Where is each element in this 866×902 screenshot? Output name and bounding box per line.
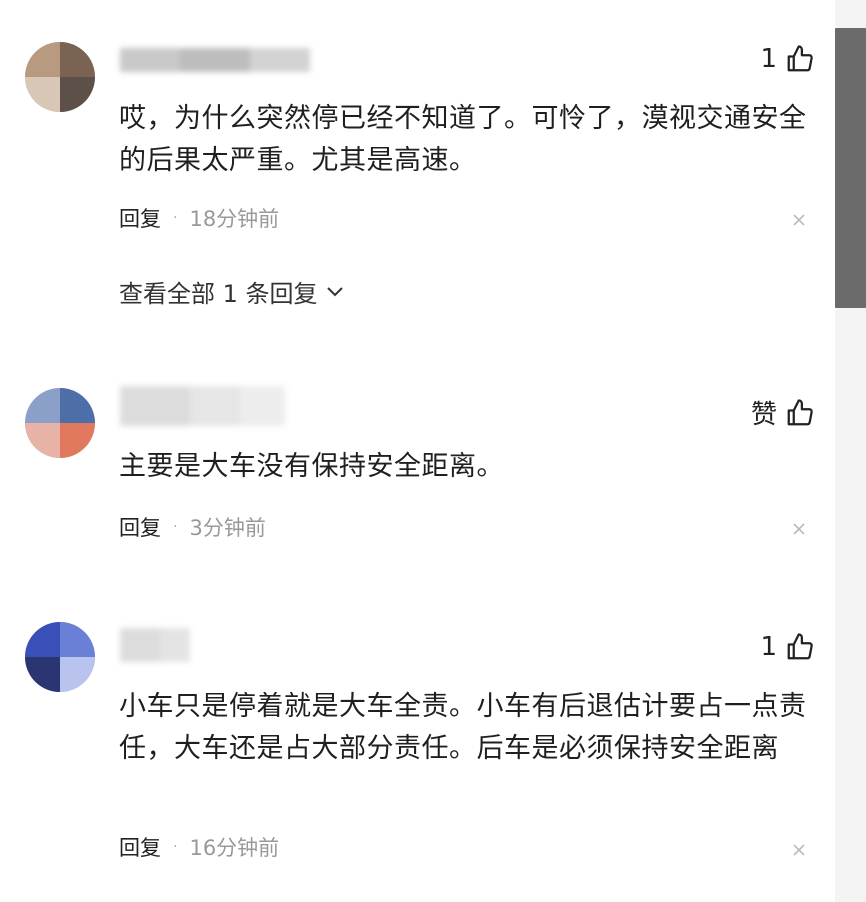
comment-time: 3分钟前 [189, 516, 266, 540]
username-blurred[interactable] [120, 386, 285, 426]
close-icon[interactable] [791, 212, 807, 228]
comment-time: 16分钟前 [189, 836, 280, 860]
thumbs-up-icon [787, 45, 813, 72]
chevron-down-icon [326, 286, 343, 296]
reply-button[interactable]: 回复 [119, 512, 161, 542]
thumbs-up-icon [787, 398, 813, 425]
like-count: 1 [760, 632, 777, 662]
view-all-replies-label: 查看全部 1 条回复 [119, 280, 318, 308]
username-blurred[interactable] [120, 628, 190, 662]
avatar[interactable] [25, 622, 95, 692]
comment-text: 哎，为什么突然停已经不知道了。可怜了，漠视交通安全的后果太严重。尤其是高速。 [119, 103, 807, 176]
close-icon[interactable] [791, 521, 807, 537]
reply-button[interactable]: 回复 [119, 203, 161, 233]
like-button[interactable]: 1 [760, 632, 815, 662]
separator-dot: · [173, 519, 178, 535]
like-count: 1 [760, 44, 777, 74]
comment-meta: 回复 · 16分钟前 [119, 832, 279, 862]
comment-text: 主要是大车没有保持安全距离。 [119, 451, 504, 482]
reply-button[interactable]: 回复 [119, 832, 161, 862]
separator-dot: · [173, 210, 178, 226]
scrollbar-thumb[interactable] [835, 28, 866, 308]
close-icon[interactable] [791, 842, 807, 858]
like-button[interactable]: 赞 [751, 394, 815, 431]
comment-time: 18分钟前 [189, 207, 280, 231]
comment-meta: 回复 · 3分钟前 [119, 512, 266, 542]
username-blurred[interactable] [120, 48, 310, 72]
thumbs-up-icon [787, 633, 813, 660]
comment-meta: 回复 · 18分钟前 [119, 203, 279, 233]
separator-dot: · [173, 839, 178, 855]
view-all-replies-link[interactable]: 查看全部 1 条回复 [119, 274, 344, 309]
comment-text: 小车只是停着就是大车全责。小车有后退估计要占一点责任，大车还是占大部分责任。后车… [119, 691, 807, 764]
avatar[interactable] [25, 388, 95, 458]
like-button[interactable]: 1 [760, 44, 815, 74]
avatar[interactable] [25, 42, 95, 112]
like-count: 赞 [750, 400, 777, 430]
